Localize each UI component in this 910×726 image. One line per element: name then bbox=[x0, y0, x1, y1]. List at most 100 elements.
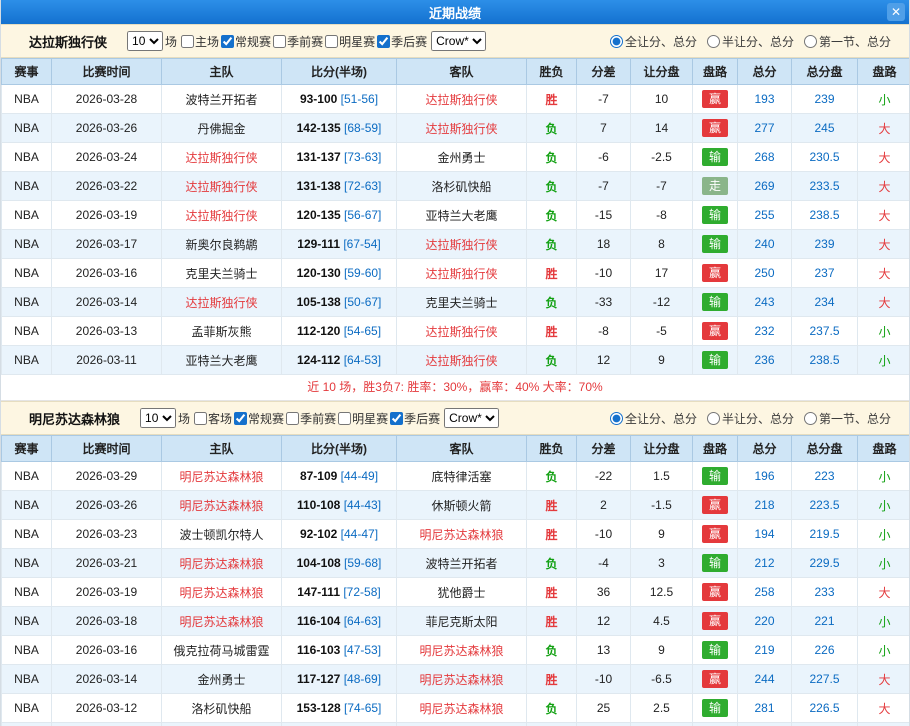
filter-checkbox[interactable] bbox=[194, 412, 207, 425]
cell-result: 胜 bbox=[527, 665, 577, 694]
full-score: 110-108 bbox=[297, 498, 340, 512]
cell-diff: -22 bbox=[577, 462, 631, 491]
table-row: NBA2026-03-26丹佛掘金142-135 [68-59]达拉斯独行侠负7… bbox=[2, 114, 910, 143]
mode-select[interactable]: Crow* bbox=[444, 408, 499, 428]
radio-option[interactable]: 半让分、总分 bbox=[707, 33, 794, 50]
full-score: 93-100 bbox=[300, 92, 337, 106]
full-score: 147-111 bbox=[297, 585, 340, 599]
filter-checkbox[interactable] bbox=[221, 35, 234, 48]
cell-total: 240 bbox=[738, 230, 792, 259]
cell-away-team: 明尼苏达森林狼 bbox=[397, 636, 527, 665]
filter-checkbox-label[interactable]: 季前赛 bbox=[286, 410, 336, 427]
close-icon[interactable]: ✕ bbox=[887, 3, 905, 21]
cell-handicap-result: 走 bbox=[693, 172, 738, 201]
cell-result: 胜 bbox=[527, 85, 577, 114]
cell-result: 胜 bbox=[527, 491, 577, 520]
radio-option[interactable]: 全让分、总分 bbox=[610, 410, 697, 427]
half-score: [47-53] bbox=[344, 643, 381, 657]
radio-option[interactable]: 半让分、总分 bbox=[707, 410, 794, 427]
half-score: [72-63] bbox=[344, 179, 381, 193]
cell-home-team: 孟菲斯灰熊 bbox=[162, 317, 282, 346]
cell-handicap-result: 输 bbox=[693, 201, 738, 230]
filter-checkbox-label[interactable]: 季后赛 bbox=[377, 33, 427, 50]
filter-checkbox-label[interactable]: 主场 bbox=[181, 33, 219, 50]
cell-total: 255 bbox=[738, 201, 792, 230]
total-result-text: 大 bbox=[878, 296, 890, 310]
cell-score: 110-108 [44-43] bbox=[282, 491, 397, 520]
radio-option[interactable]: 第一节、总分 bbox=[804, 410, 891, 427]
games-count-select[interactable]: 10 bbox=[127, 31, 163, 51]
filter-checkbox-label[interactable]: 季后赛 bbox=[390, 410, 440, 427]
cell-away-team: 底特律活塞 bbox=[397, 462, 527, 491]
radio-input[interactable] bbox=[610, 35, 623, 48]
column-header: 比分(半场) bbox=[282, 436, 397, 462]
cell-away-team: 明尼苏达森林狼 bbox=[397, 665, 527, 694]
games-suffix-label: 场 bbox=[165, 33, 177, 50]
table-header-row: 赛事比赛时间主队比分(半场)客队胜负分差让分盘盘路总分总分盘盘路 bbox=[2, 59, 910, 85]
cell-total-result: 小 bbox=[858, 607, 910, 636]
cell-handicap: 10 bbox=[631, 85, 693, 114]
column-header: 比赛时间 bbox=[52, 436, 162, 462]
column-header: 总分盘 bbox=[792, 436, 858, 462]
radio-input[interactable] bbox=[804, 412, 817, 425]
radio-input[interactable] bbox=[707, 412, 720, 425]
half-score: [54-65] bbox=[344, 324, 381, 338]
handicap-result-badge: 赢 bbox=[702, 264, 728, 282]
filter-checkbox[interactable] bbox=[273, 35, 286, 48]
filter-checkbox[interactable] bbox=[377, 35, 390, 48]
filter-checkbox[interactable] bbox=[181, 35, 194, 48]
cell-result: 负 bbox=[527, 230, 577, 259]
cell-score: 131-138 [72-63] bbox=[282, 172, 397, 201]
games-count-select[interactable]: 10 bbox=[140, 408, 176, 428]
full-score: 105-138 bbox=[297, 295, 341, 309]
cell-handicap-result: 输 bbox=[693, 723, 738, 726]
handicap-result-badge: 输 bbox=[702, 467, 728, 485]
filter-checkbox-label[interactable]: 明星赛 bbox=[325, 33, 375, 50]
radio-input[interactable] bbox=[707, 35, 720, 48]
column-header: 比分(半场) bbox=[282, 59, 397, 85]
filter-checkbox-label[interactable]: 常规赛 bbox=[234, 410, 284, 427]
filter-checkbox-label[interactable]: 季前赛 bbox=[273, 33, 323, 50]
cell-result: 胜 bbox=[527, 607, 577, 636]
filter-checkbox-label[interactable]: 常规赛 bbox=[221, 33, 271, 50]
cell-total-result: 大 bbox=[858, 665, 910, 694]
filter-checkbox[interactable] bbox=[234, 412, 247, 425]
filter-checkbox[interactable] bbox=[390, 412, 403, 425]
cell-league: NBA bbox=[2, 578, 52, 607]
radio-label: 全让分、总分 bbox=[625, 33, 697, 50]
total-result-text: 大 bbox=[878, 122, 890, 136]
cell-total-result: 大 bbox=[858, 694, 910, 723]
table-row: NBA2026-03-28波特兰开拓者93-100 [51-56]达拉斯独行侠胜… bbox=[2, 85, 910, 114]
cell-home-team: 丹佛掘金 bbox=[162, 114, 282, 143]
cell-total: 219 bbox=[738, 636, 792, 665]
radio-input[interactable] bbox=[610, 412, 623, 425]
total-result-text: 小 bbox=[878, 615, 890, 629]
cell-home-team: 金州勇士 bbox=[162, 665, 282, 694]
cell-home-team: 波士顿凯尔特人 bbox=[162, 520, 282, 549]
result-text: 胜 bbox=[545, 673, 557, 687]
total-result-text: 小 bbox=[878, 644, 890, 658]
cell-handicap-result: 输 bbox=[693, 346, 738, 375]
games-suffix-label: 场 bbox=[178, 410, 190, 427]
cell-handicap: -2.5 bbox=[631, 143, 693, 172]
cell-league: NBA bbox=[2, 201, 52, 230]
filter-checkbox[interactable] bbox=[338, 412, 351, 425]
mode-select[interactable]: Crow* bbox=[431, 31, 486, 51]
handicap-result-badge: 输 bbox=[702, 554, 728, 572]
cell-diff: -7 bbox=[577, 85, 631, 114]
cell-away-team: 克里夫兰骑士 bbox=[397, 288, 527, 317]
cell-total: 218 bbox=[738, 491, 792, 520]
cell-date: 2026-03-22 bbox=[52, 172, 162, 201]
radio-option[interactable]: 第一节、总分 bbox=[804, 33, 891, 50]
radio-input[interactable] bbox=[804, 35, 817, 48]
filter-checkbox-label[interactable]: 客场 bbox=[194, 410, 232, 427]
filter-checkbox-label[interactable]: 明星赛 bbox=[338, 410, 388, 427]
radio-label: 第一节、总分 bbox=[819, 410, 891, 427]
cell-league: NBA bbox=[2, 694, 52, 723]
cell-away-team: 达拉斯独行侠 bbox=[397, 346, 527, 375]
radio-option[interactable]: 全让分、总分 bbox=[610, 33, 697, 50]
filter-checkbox[interactable] bbox=[325, 35, 338, 48]
cell-total-line: 239 bbox=[792, 230, 858, 259]
filter-checkbox[interactable] bbox=[286, 412, 299, 425]
radio-group: 全让分、总分半让分、总分 第一节、总分 bbox=[610, 410, 891, 427]
